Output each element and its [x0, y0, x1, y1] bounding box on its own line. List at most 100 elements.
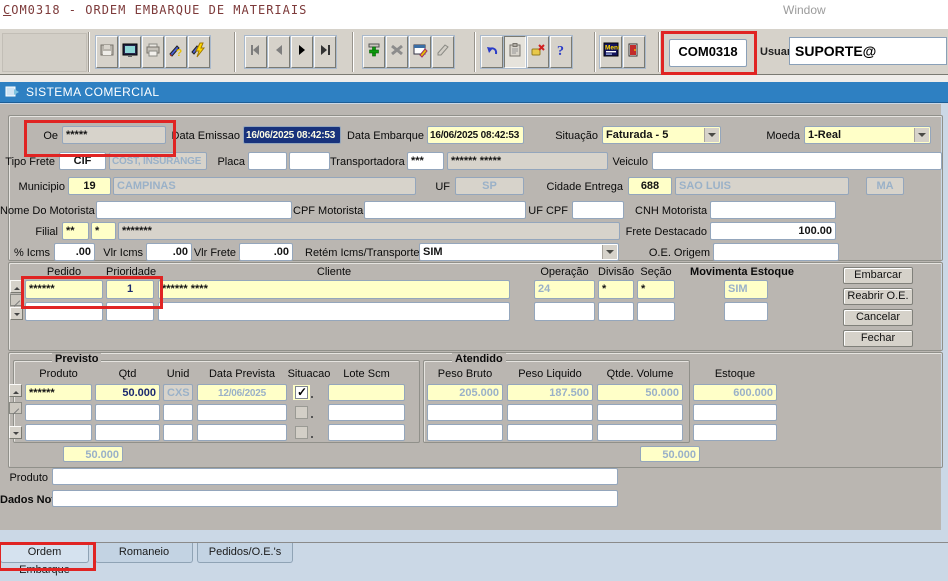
- operacao-cell[interactable]: [534, 302, 595, 321]
- transportadora-code-field[interactable]: ***: [407, 152, 444, 170]
- menu-button[interactable]: Menu: [600, 36, 622, 68]
- tab-ordem-embarque[interactable]: Ordem Embarque: [0, 543, 89, 563]
- tab-pedidos-oes[interactable]: Pedidos/O.E.'s: [197, 543, 293, 563]
- edit-record-button[interactable]: [409, 36, 431, 68]
- cnh-motorista-field[interactable]: [710, 201, 836, 219]
- cidade-entrega-code-field[interactable]: 688: [628, 177, 672, 195]
- veiculo-field[interactable]: [652, 152, 942, 170]
- qtd-cell[interactable]: 50.000: [95, 384, 160, 401]
- operacao-cell[interactable]: 24: [534, 280, 595, 299]
- frete-destacado-field[interactable]: 100.00: [710, 222, 836, 240]
- scroll-thumb[interactable]: [9, 402, 22, 414]
- screen-icon: [122, 42, 138, 63]
- movimenta-cell[interactable]: SIM: [724, 280, 768, 299]
- previsto-title: Previsto: [52, 353, 101, 365]
- vlr-frete-label: Vlr Frete: [190, 247, 236, 259]
- query-icon: ?: [168, 42, 184, 63]
- prioridade-cell[interactable]: 1: [106, 280, 154, 299]
- placa-field-2[interactable]: [289, 152, 330, 170]
- placa-field-1[interactable]: [248, 152, 287, 170]
- scroll-down-button[interactable]: [10, 307, 23, 320]
- uf-cpf-field[interactable]: [572, 201, 624, 219]
- pedido-cell[interactable]: [25, 302, 103, 321]
- dropdown-arrow-icon[interactable]: [602, 245, 617, 259]
- filial-code1-field[interactable]: **: [62, 222, 89, 240]
- data-embarque-field[interactable]: 16/06/2025 08:42:53: [427, 126, 524, 144]
- lote-scm-cell[interactable]: [328, 384, 405, 401]
- moeda-dropdown[interactable]: 1-Real: [804, 126, 931, 144]
- retem-icms-label: Retém Icms/Transporte ?: [305, 247, 415, 259]
- reabrir-oe-button[interactable]: Reabrir O.E.: [843, 288, 913, 305]
- cpf-motorista-field[interactable]: [364, 201, 526, 219]
- print-button[interactable]: [142, 36, 164, 68]
- tab-romaneio[interactable]: Romaneio: [95, 543, 193, 563]
- insert-record-button[interactable]: [363, 36, 385, 68]
- municipio-code-field[interactable]: 19: [68, 177, 111, 195]
- secao-cell[interactable]: [637, 302, 675, 321]
- nav-prev-button[interactable]: [268, 36, 290, 68]
- delete-record-button[interactable]: [386, 36, 408, 68]
- qtd-cell[interactable]: [95, 404, 160, 421]
- exit-door-icon: [626, 42, 642, 63]
- data-emissao-field[interactable]: 16/06/2025 08:42:53: [243, 126, 341, 144]
- undo-button[interactable]: [481, 36, 503, 68]
- exit-button[interactable]: [623, 36, 645, 68]
- scroll-up-button[interactable]: [9, 384, 22, 397]
- nav-last-button[interactable]: [314, 36, 336, 68]
- cliente-cell[interactable]: [158, 302, 510, 321]
- keys-button[interactable]: [527, 36, 549, 68]
- lote-scm-cell[interactable]: [328, 404, 405, 421]
- screen-button[interactable]: [119, 36, 141, 68]
- nome-motorista-label: Nome Do Motorista: [0, 205, 93, 217]
- scroll-down-button[interactable]: [9, 426, 22, 439]
- nome-motorista-field[interactable]: [96, 201, 292, 219]
- menu-window[interactable]: Window: [783, 3, 826, 17]
- paste-button[interactable]: [504, 36, 526, 68]
- retem-icms-dropdown[interactable]: SIM: [419, 243, 619, 261]
- oe-field[interactable]: *****: [62, 126, 166, 144]
- tipo-frete-field[interactable]: CIF: [59, 152, 106, 170]
- produto-cell[interactable]: [25, 424, 92, 441]
- cancelar-button[interactable]: Cancelar: [843, 309, 913, 326]
- secao-cell[interactable]: *: [637, 280, 675, 299]
- situacao-checkbox[interactable]: [295, 386, 308, 399]
- nav-first-icon: [248, 42, 264, 63]
- nav-first-button[interactable]: [245, 36, 267, 68]
- filial-code2-field[interactable]: *: [91, 222, 116, 240]
- usuario-field[interactable]: SUPORTE@: [789, 37, 947, 65]
- qtd-cell[interactable]: [95, 424, 160, 441]
- fechar-button[interactable]: Fechar: [843, 330, 913, 347]
- placa-label: Placa: [210, 156, 245, 168]
- produto-cell[interactable]: ******: [25, 384, 92, 401]
- menu-icon: Menu: [603, 42, 619, 63]
- pct-icms-field[interactable]: .00: [54, 243, 95, 261]
- produto-cell[interactable]: [25, 404, 92, 421]
- execute-query-button[interactable]: [188, 36, 210, 68]
- movimenta-cell[interactable]: [724, 302, 768, 321]
- cliente-cell[interactable]: ****** ****: [158, 280, 510, 299]
- pedido-cell[interactable]: ******: [25, 280, 103, 299]
- dropdown-arrow-icon[interactable]: [704, 128, 719, 142]
- lote-scm-cell[interactable]: [328, 424, 405, 441]
- vlr-icms-field[interactable]: .00: [146, 243, 192, 261]
- help-button[interactable]: ?: [550, 36, 572, 68]
- produto-desc-field[interactable]: [52, 468, 618, 485]
- save-button[interactable]: [96, 36, 118, 68]
- divisao-cell[interactable]: *: [598, 280, 634, 299]
- vlr-frete-field[interactable]: .00: [239, 243, 293, 261]
- data-prevista-cell: [197, 424, 287, 441]
- program-code-field[interactable]: COM0318: [669, 39, 747, 67]
- embarcar-button[interactable]: Embarcar: [843, 267, 913, 284]
- toolbar-blank-area: [2, 33, 87, 72]
- enter-query-button[interactable]: ?: [165, 36, 187, 68]
- scroll-up-button[interactable]: [10, 280, 23, 293]
- oe-origem-field[interactable]: [713, 243, 839, 261]
- clear-record-button[interactable]: [432, 36, 454, 68]
- prioridade-cell[interactable]: [106, 302, 154, 321]
- situacao-dropdown[interactable]: Faturada - 5: [602, 126, 721, 144]
- dropdown-arrow-icon[interactable]: [914, 128, 929, 142]
- nav-next-button[interactable]: [291, 36, 313, 68]
- scroll-thumb[interactable]: [10, 294, 23, 306]
- dados-nota-field[interactable]: [52, 490, 618, 507]
- divisao-cell[interactable]: [598, 302, 634, 321]
